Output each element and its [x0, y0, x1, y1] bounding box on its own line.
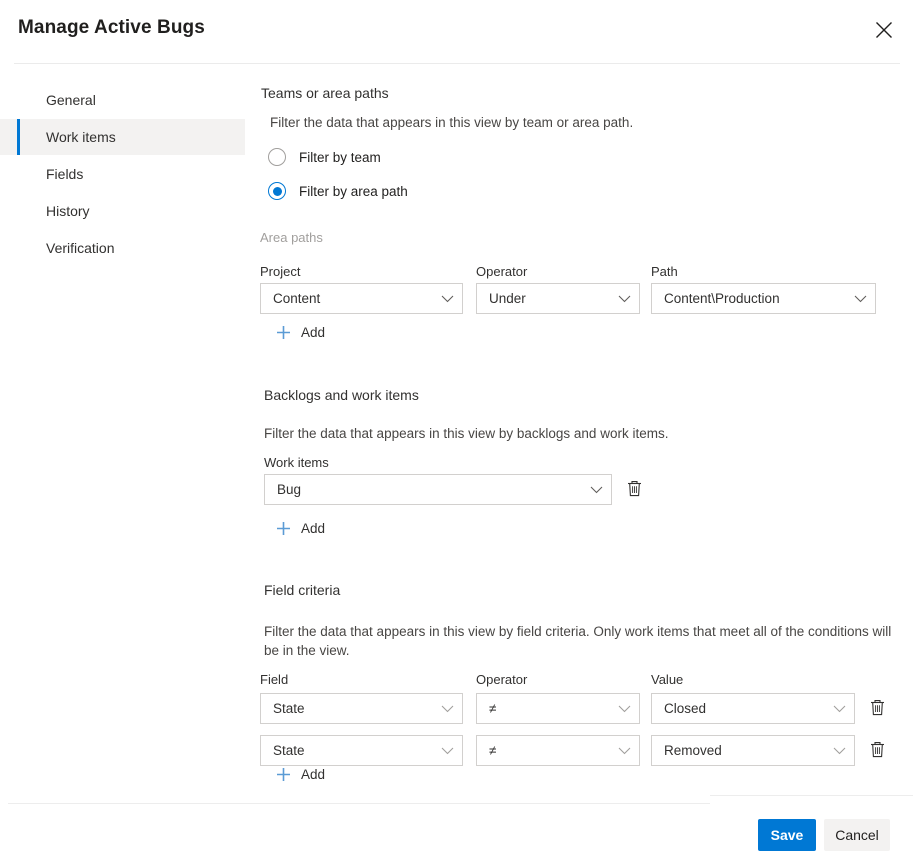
teams-section-description: Filter the data that appears in this vie… — [270, 115, 634, 130]
chevron-down-icon — [441, 705, 454, 713]
sidebar-item-history[interactable]: History — [0, 193, 245, 229]
area-path-path-column-header: Path — [651, 264, 678, 279]
header-divider — [14, 63, 900, 64]
chevron-down-icon — [833, 705, 846, 713]
add-field-criteria-button[interactable]: Add — [262, 767, 325, 782]
chevron-down-icon — [441, 295, 454, 303]
add-area-path-label: Add — [301, 325, 326, 340]
chevron-down-icon — [618, 705, 631, 713]
field-criteria-field-value: State — [273, 743, 305, 758]
add-area-path-button[interactable]: Add — [262, 325, 325, 340]
area-path-project-column-header: Project — [260, 264, 301, 279]
add-field-criteria-label: Add — [301, 767, 326, 782]
trash-icon — [627, 480, 642, 500]
sidebar-item-label: Verification — [46, 240, 115, 256]
work-items-value: Bug — [277, 482, 302, 497]
sidebar-item-label: Fields — [46, 166, 84, 182]
field-criteria-value-value: Closed — [664, 701, 707, 716]
dialog-footer: Save Cancel — [0, 804, 913, 864]
sidebar-item-verification[interactable]: Verification — [0, 230, 245, 266]
area-path-operator-value: Under — [489, 291, 526, 306]
teams-section-title: Teams or area paths — [261, 85, 389, 101]
field-criteria-operator-dropdown[interactable]: ≠ — [476, 735, 640, 766]
work-items-label: Work items — [264, 455, 329, 470]
field-criteria-section-description: Filter the data that appears in this vie… — [264, 624, 892, 658]
field-criteria-field-dropdown[interactable]: State — [260, 735, 463, 766]
chevron-down-icon — [618, 295, 631, 303]
footer-divider-secondary — [710, 795, 913, 796]
chevron-down-icon — [854, 295, 867, 303]
area-path-path-value: Content\Production — [664, 291, 780, 306]
field-criteria-value-dropdown[interactable]: Removed — [651, 735, 855, 766]
settings-sidebar: General Work items Fields History Verifi… — [0, 82, 245, 267]
sidebar-item-label: General — [46, 92, 96, 108]
sidebar-item-label: Work items — [46, 129, 116, 145]
chevron-down-icon — [618, 747, 631, 755]
field-criteria-row: State ≠ Removed — [260, 735, 891, 766]
radio-filter-by-area-path[interactable]: Filter by area path — [268, 180, 408, 202]
sidebar-item-fields[interactable]: Fields — [0, 156, 245, 192]
area-paths-label: Area paths — [260, 230, 323, 245]
work-items-dropdown[interactable]: Bug — [264, 474, 612, 505]
chevron-down-icon — [833, 747, 846, 755]
close-button[interactable] — [865, 11, 903, 49]
radio-mark-checked — [268, 182, 286, 200]
field-criteria-value-dropdown[interactable]: Closed — [651, 693, 855, 724]
area-path-project-dropdown[interactable]: Content — [260, 283, 463, 314]
delete-work-item-button[interactable] — [620, 474, 648, 505]
delete-field-criteria-button[interactable] — [863, 735, 891, 766]
chevron-down-icon — [441, 747, 454, 755]
radio-label: Filter by team — [299, 149, 381, 165]
sidebar-item-general[interactable]: General — [0, 82, 245, 118]
area-path-operator-dropdown[interactable]: Under — [476, 283, 640, 314]
field-criteria-field-dropdown[interactable]: State — [260, 693, 463, 724]
trash-icon — [870, 699, 885, 719]
dialog-header: Manage Active Bugs — [0, 0, 913, 63]
trash-icon — [870, 741, 885, 761]
radio-label: Filter by area path — [299, 183, 408, 199]
radio-mark-unchecked — [268, 148, 286, 166]
sidebar-item-work-items[interactable]: Work items — [0, 119, 245, 155]
area-path-path-dropdown[interactable]: Content\Production — [651, 283, 876, 314]
sidebar-item-label: History — [46, 203, 90, 219]
radio-filter-by-team[interactable]: Filter by team — [268, 146, 381, 168]
delete-field-criteria-button[interactable] — [863, 693, 891, 724]
close-icon — [875, 21, 893, 39]
plus-icon — [276, 325, 291, 340]
field-criteria-operator-dropdown[interactable]: ≠ — [476, 693, 640, 724]
field-criteria-row: State ≠ Closed — [260, 693, 891, 724]
field-criteria-value-value: Removed — [664, 743, 722, 758]
field-criteria-operator-value: ≠ — [489, 743, 497, 758]
cancel-button[interactable]: Cancel — [824, 819, 890, 851]
field-criteria-section-title: Field criteria — [264, 582, 341, 598]
field-criteria-operator-column-header: Operator — [476, 672, 528, 687]
plus-icon — [276, 521, 291, 536]
plus-icon — [276, 767, 291, 782]
add-work-item-label: Add — [301, 521, 326, 536]
page-title: Manage Active Bugs — [18, 17, 205, 38]
chevron-down-icon — [590, 486, 603, 494]
area-path-project-value: Content — [273, 291, 321, 306]
add-work-item-button[interactable]: Add — [262, 521, 325, 536]
area-path-operator-column-header: Operator — [476, 264, 528, 279]
field-criteria-field-column-header: Field — [260, 672, 289, 687]
backlogs-section-description: Filter the data that appears in this vie… — [264, 426, 669, 441]
save-button[interactable]: Save — [758, 819, 816, 851]
field-criteria-value-column-header: Value — [651, 672, 684, 687]
field-criteria-field-value: State — [273, 701, 305, 716]
backlogs-section-title: Backlogs and work items — [264, 387, 419, 403]
field-criteria-operator-value: ≠ — [489, 701, 497, 716]
